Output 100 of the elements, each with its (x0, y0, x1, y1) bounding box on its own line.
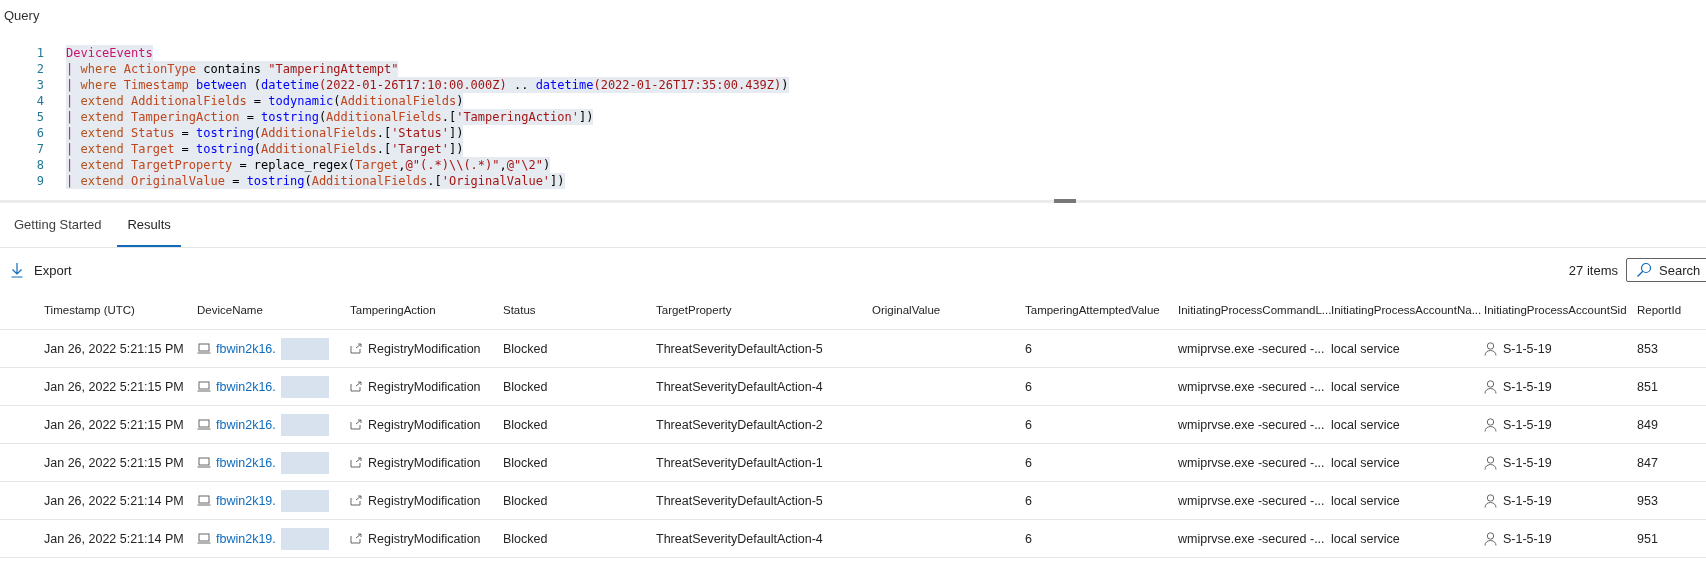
table-cell-text: Blocked (503, 379, 549, 394)
table-cell: S-1-5-19 (1503, 341, 1552, 356)
device-link[interactable]: fbwin2k16. (216, 417, 276, 432)
table-cell-text: 851 (1637, 379, 1659, 394)
table-cell-text: wmiprvse.exe -secured -... (1178, 455, 1326, 470)
resize-handle[interactable] (1054, 199, 1076, 203)
redacted-block (280, 375, 329, 398)
line-number: 7 (35, 141, 45, 157)
laptop-icon (197, 495, 211, 506)
line-number: 1 (35, 45, 45, 61)
laptop-icon (197, 343, 211, 354)
table-cell-text: 847 (1637, 455, 1659, 470)
table-cell-text: ThreatSeverityDefaultAction-5 (656, 493, 824, 508)
table-cell: S-1-5-19 (1503, 455, 1552, 470)
device-link[interactable]: fbwin2k16. (216, 341, 276, 356)
table-cell: S-1-5-19 (1503, 417, 1552, 432)
table-cell: RegistryModification (368, 341, 481, 356)
table-cell-text: 953 (1637, 493, 1659, 508)
redacted-block (280, 489, 329, 512)
table-cell-text: 849 (1637, 417, 1659, 432)
table-cell: RegistryModification (368, 379, 481, 394)
table-cell-text: ThreatSeverityDefaultAction-5 (656, 341, 824, 356)
table-cell-text: 6 (1025, 341, 1033, 356)
table-cell-text: local service (1331, 531, 1401, 546)
line-number: 9 (35, 173, 45, 189)
table-cell-text: Blocked (503, 531, 549, 546)
laptop-icon (197, 533, 211, 544)
table-cell-text: 951 (1637, 531, 1659, 546)
table-cell-text: local service (1331, 379, 1401, 394)
person-icon (1484, 379, 1497, 394)
table-cell: RegistryModification (368, 493, 481, 508)
table-cell-text: local service (1331, 417, 1401, 432)
table-cell-text: Blocked (503, 493, 549, 508)
table-cell-text: 6 (1025, 455, 1033, 470)
search-icon (1636, 262, 1652, 278)
table-cell-text: 6 (1025, 493, 1033, 508)
person-icon (1484, 493, 1497, 508)
table-cell-text: Jan 26, 2022 5:21:15 PM (44, 455, 185, 470)
table-cell-text: local service (1331, 493, 1401, 508)
table-cell-text: Jan 26, 2022 5:21:15 PM (44, 379, 185, 394)
table-cell-text: 6 (1025, 531, 1033, 546)
table-cell-text: wmiprvse.exe -secured -... (1178, 379, 1326, 394)
laptop-icon (197, 419, 211, 430)
table-cell-text: Jan 26, 2022 5:21:14 PM (44, 493, 185, 508)
table-cell-text: Blocked (503, 417, 549, 432)
line-number: 8 (35, 157, 45, 173)
column-header[interactable]: InitiatingProcessCommandL... (1178, 304, 1331, 316)
person-icon (1484, 417, 1497, 432)
table-cell-text: 6 (1025, 379, 1033, 394)
table-cell: S-1-5-19 (1503, 531, 1552, 546)
device-link[interactable]: fbwin2k19. (216, 531, 276, 546)
redacted-block (280, 451, 329, 474)
column-header[interactable]: Status (503, 304, 656, 316)
column-header[interactable]: TamperingAttemptedValue (1025, 304, 1178, 316)
device-link[interactable]: fbwin2k16. (216, 379, 276, 394)
table-cell: RegistryModification (368, 455, 481, 470)
redacted-block (280, 413, 329, 436)
table-cell-text: local service (1331, 341, 1401, 356)
table-cell-text: Jan 26, 2022 5:21:14 PM (44, 531, 185, 546)
item-count: 27 items (1568, 262, 1618, 278)
line-number: 3 (35, 77, 45, 93)
table-cell-text: ThreatSeverityDefaultAction-1 (656, 455, 824, 470)
section-title: Query (3, 8, 41, 23)
column-header[interactable]: DeviceName (197, 304, 350, 316)
person-icon (1484, 341, 1497, 356)
table-cell: RegistryModification (368, 531, 481, 546)
table-cell: S-1-5-19 (1503, 379, 1552, 394)
table-cell-text: 6 (1025, 417, 1033, 432)
laptop-icon (197, 381, 211, 392)
table-cell-text: ThreatSeverityDefaultAction-4 (656, 531, 824, 546)
table-cell: RegistryModification (368, 417, 481, 432)
column-header[interactable]: Timestamp (UTC) (44, 304, 197, 316)
table-cell-text: ThreatSeverityDefaultAction-4 (656, 379, 824, 394)
table-cell-text: ThreatSeverityDefaultAction-2 (656, 417, 824, 432)
line-number: 5 (35, 109, 45, 125)
column-header[interactable]: InitiatingProcessAccountNa... (1331, 304, 1484, 316)
column-header[interactable]: ReportId (1637, 304, 1706, 316)
table-cell-text: local service (1331, 455, 1401, 470)
table-cell-text: Blocked (503, 341, 549, 356)
column-header[interactable]: OriginalValue (872, 304, 1025, 316)
table-cell-text: Jan 26, 2022 5:21:15 PM (44, 341, 185, 356)
line-number: 2 (35, 61, 45, 77)
redacted-block (280, 337, 329, 360)
search-field[interactable]: Search (1626, 258, 1706, 282)
column-header[interactable]: InitiatingProcessAccountSid (1484, 304, 1637, 316)
download-icon (10, 262, 24, 278)
table-cell-text: wmiprvse.exe -secured -... (1178, 493, 1326, 508)
redacted-block (280, 527, 329, 550)
tab[interactable]: Getting Started (4, 203, 112, 247)
export-button[interactable]: Export (0, 262, 82, 278)
person-icon (1484, 531, 1497, 546)
device-link[interactable]: fbwin2k19. (216, 493, 276, 508)
column-header[interactable]: TamperingAction (350, 304, 503, 316)
tab[interactable]: Results (117, 203, 181, 247)
column-header[interactable]: TargetProperty (656, 304, 872, 316)
person-icon (1484, 455, 1497, 470)
table-cell-text: wmiprvse.exe -secured -... (1178, 531, 1326, 546)
table-cell-text: Jan 26, 2022 5:21:15 PM (44, 417, 185, 432)
device-link[interactable]: fbwin2k16. (216, 455, 276, 470)
table-cell-text: wmiprvse.exe -secured -... (1178, 417, 1326, 432)
